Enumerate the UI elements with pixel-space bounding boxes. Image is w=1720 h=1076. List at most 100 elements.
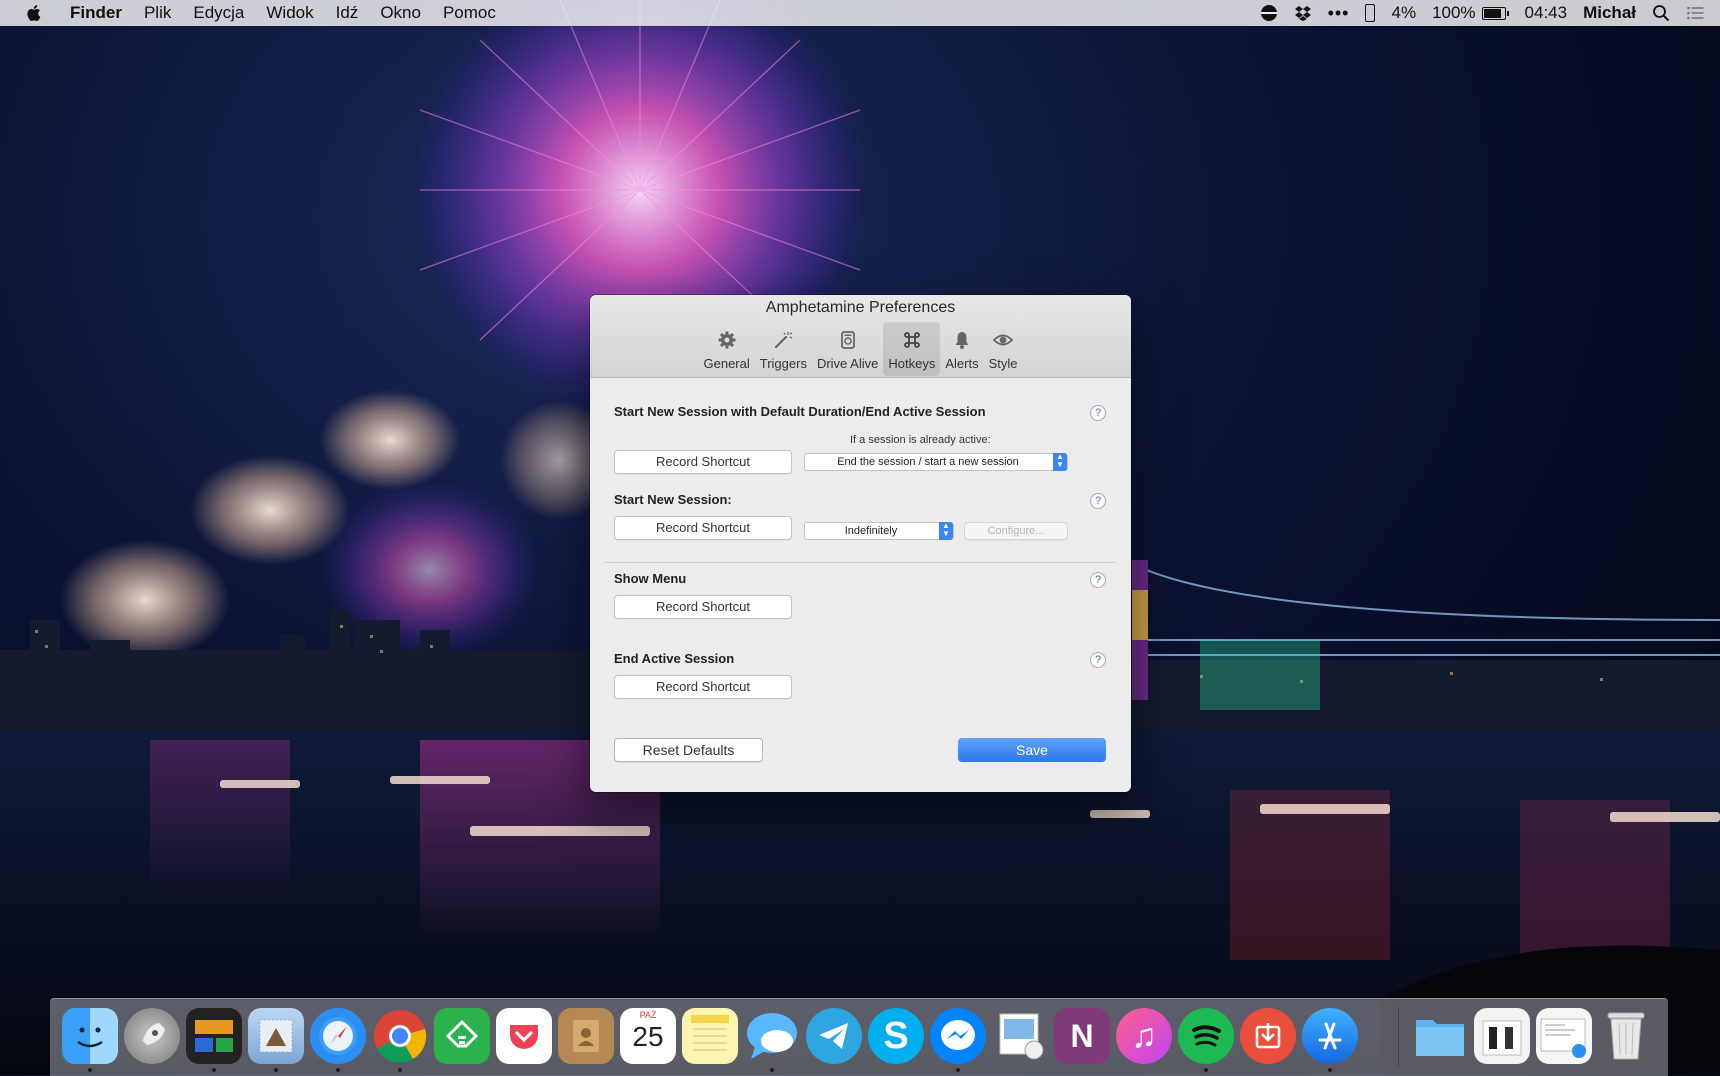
dock-trash[interactable] — [1598, 1008, 1654, 1064]
running-indicator — [1328, 1068, 1332, 1072]
window-title: Amphetamine Preferences — [765, 299, 956, 316]
select-arrows-icon: ▲ ▼ — [1053, 453, 1067, 471]
help-button[interactable]: ? — [1090, 405, 1106, 421]
phone-icon[interactable] — [1365, 4, 1376, 22]
reset-defaults-button[interactable]: Reset Defaults — [614, 738, 763, 762]
cpu-percent[interactable]: 4% — [1391, 3, 1416, 23]
dock-itunes[interactable]: ♫ — [1116, 1008, 1172, 1064]
section-heading: End Active Session — [614, 651, 735, 666]
dock-calendar[interactable]: PAŹ 25 — [620, 1008, 676, 1064]
more-dots-icon[interactable]: ••• — [1328, 3, 1350, 24]
duration-select[interactable]: Indefinitely ▲ ▼ — [804, 522, 954, 540]
menu-plik[interactable]: Plik — [144, 3, 171, 23]
running-indicator — [770, 1068, 774, 1072]
calendar-month: PAŹ — [639, 1010, 657, 1020]
window-titlebar[interactable]: Amphetamine Preferences General Triggers… — [590, 295, 1131, 378]
eye-icon — [993, 334, 1014, 346]
dock-messages[interactable] — [744, 1008, 800, 1064]
preview-icon — [999, 1013, 1044, 1060]
tab-drive-alive[interactable]: Drive Alive — [812, 322, 883, 376]
tab-general[interactable]: General — [699, 322, 755, 376]
magic-wand-icon — [775, 332, 793, 349]
paper-plane-icon — [819, 1023, 848, 1049]
dock-separator — [1398, 1007, 1399, 1067]
help-button[interactable]: ? — [1090, 572, 1106, 588]
menu-pomoc[interactable]: Pomoc — [443, 3, 496, 23]
image-stack-icon — [1482, 1020, 1522, 1056]
tab-style-label: Style — [988, 356, 1018, 371]
dock-finder[interactable] — [62, 1008, 118, 1064]
dock-spotify[interactable] — [1178, 1008, 1234, 1064]
tab-triggers-label: Triggers — [759, 356, 807, 371]
speech-bubble-icon — [747, 1013, 797, 1059]
dock-mail[interactable] — [248, 1008, 304, 1064]
dropbox-icon[interactable] — [1294, 4, 1312, 22]
apple-logo-icon[interactable] — [24, 3, 44, 23]
record-shortcut-button[interactable]: Record Shortcut — [614, 675, 792, 699]
spotlight-search-icon[interactable] — [1652, 4, 1670, 22]
help-button[interactable]: ? — [1090, 493, 1106, 509]
dock-preview[interactable] — [992, 1008, 1048, 1064]
dock-transmit[interactable] — [1240, 1008, 1296, 1064]
tab-style[interactable]: Style — [984, 322, 1023, 376]
photo-booth-icon — [195, 1020, 233, 1052]
battery-icon[interactable] — [1481, 6, 1509, 20]
user-name[interactable]: Michał — [1583, 3, 1636, 23]
document-stack-icon — [1540, 1018, 1586, 1058]
dock-photo-booth[interactable] — [186, 1008, 242, 1064]
running-indicator — [88, 1068, 92, 1072]
trash-icon — [1607, 1012, 1645, 1060]
session-active-select[interactable]: End the session / start a new session ▲ ▼ — [804, 453, 1068, 471]
gear-icon — [718, 331, 736, 349]
record-shortcut-button[interactable]: Record Shortcut — [614, 516, 792, 540]
save-button[interactable]: Save — [958, 738, 1106, 762]
pocket-icon — [510, 1025, 538, 1049]
dock-skype[interactable]: S — [868, 1008, 924, 1064]
menu-bar: Finder Plik Edycja Widok Idź Okno Pomoc … — [0, 0, 1720, 26]
record-shortcut-button[interactable]: Record Shortcut — [614, 595, 792, 619]
tab-triggers[interactable]: Triggers — [755, 322, 812, 376]
menu-app-name[interactable]: Finder — [70, 3, 122, 23]
help-button[interactable]: ? — [1090, 652, 1106, 668]
eagle-stamp-icon — [259, 1019, 293, 1053]
dock-telegram[interactable] — [806, 1008, 862, 1064]
tab-general-label: General — [703, 356, 750, 371]
select-arrows-icon: ▲ ▼ — [939, 522, 953, 540]
running-indicator — [212, 1068, 216, 1072]
configure-button[interactable]: Configure... — [964, 522, 1068, 540]
menu-widok[interactable]: Widok — [266, 3, 313, 23]
dock-contacts[interactable] — [558, 1008, 614, 1064]
battery-fill — [1483, 8, 1501, 18]
dock-pocket[interactable] — [496, 1008, 552, 1064]
menu-idz[interactable]: Idź — [336, 3, 359, 23]
duration-select-value: Indefinitely — [844, 525, 898, 537]
dock-chrome[interactable] — [372, 1008, 428, 1064]
notification-center-icon[interactable] — [1686, 4, 1704, 22]
calendar-day: 25 — [632, 1021, 664, 1052]
tab-alerts[interactable]: Alerts — [940, 322, 983, 376]
folder-icon — [1416, 1020, 1464, 1056]
dock-notes[interactable] — [682, 1008, 738, 1064]
dock-safari[interactable] — [310, 1008, 366, 1064]
dock-folder[interactable] — [1412, 1008, 1468, 1064]
dock-stack-downloads[interactable] — [1536, 1008, 1592, 1064]
already-active-label: If a session is already active: — [850, 434, 991, 446]
dock-feedly[interactable] — [434, 1008, 490, 1064]
contacts-book-icon — [573, 1020, 599, 1052]
messenger-icon — [941, 1020, 975, 1050]
amphetamine-pill-icon[interactable] — [1260, 4, 1278, 22]
dock: PAŹ 25 S N ♫ — [50, 998, 1668, 1076]
tab-hotkeys[interactable]: Hotkeys — [883, 322, 941, 376]
preferences-toolbar: General Triggers Drive Alive Hotkeys Ale… — [590, 322, 1131, 376]
battery-percent[interactable]: 100% — [1432, 3, 1475, 23]
dock-onenote[interactable]: N — [1054, 1008, 1110, 1064]
menu-okno[interactable]: Okno — [380, 3, 421, 23]
dock-launchpad[interactable] — [124, 1008, 180, 1064]
dock-app-store[interactable] — [1302, 1008, 1358, 1064]
clock[interactable]: 04:43 — [1525, 3, 1568, 23]
chrome-icon — [374, 1010, 427, 1063]
menu-edycja[interactable]: Edycja — [193, 3, 244, 23]
dock-messenger[interactable] — [930, 1008, 986, 1064]
record-shortcut-button[interactable]: Record Shortcut — [614, 450, 792, 474]
dock-stack-images[interactable] — [1474, 1008, 1530, 1064]
